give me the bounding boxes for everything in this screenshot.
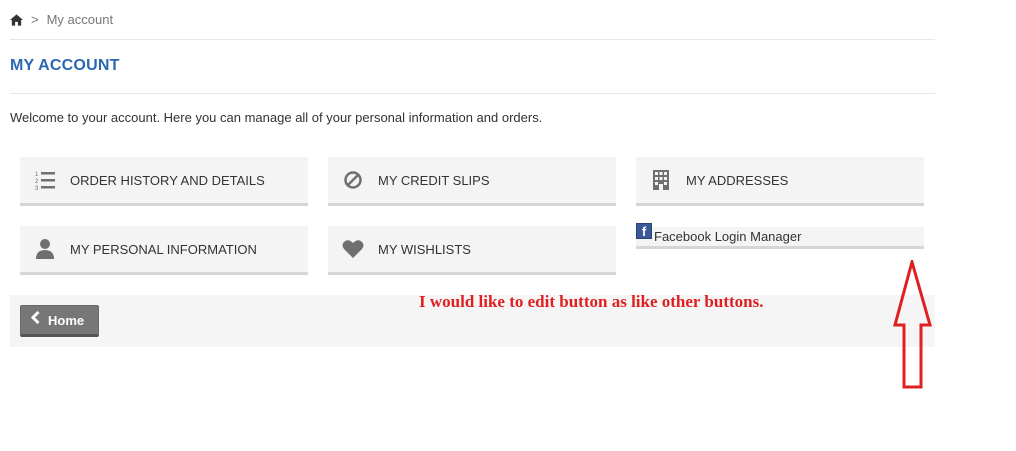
chevron-left-icon <box>30 310 40 329</box>
ban-icon <box>328 171 378 189</box>
svg-text:3: 3 <box>35 186 39 190</box>
annotation-text: I would like to edit button as like othe… <box>419 292 764 311</box>
user-icon <box>20 239 70 259</box>
divider <box>10 93 935 94</box>
heart-icon <box>328 239 378 259</box>
welcome-text: Welcome to your account. Here you can ma… <box>10 110 543 125</box>
home-button-label: Home <box>48 312 85 328</box>
tile-label: ORDER HISTORY AND DETAILS <box>70 172 265 188</box>
order-history-button[interactable]: 1 2 3 ORDER HISTORY AND DETAILS <box>20 157 308 206</box>
credit-slips-button[interactable]: MY CREDIT SLIPS <box>328 157 616 206</box>
tile-label: MY ADDRESSES <box>686 172 789 188</box>
page-title: MY ACCOUNT <box>10 57 120 74</box>
divider <box>10 39 935 40</box>
facebook-login-manager-button[interactable]: f Facebook Login Manager <box>636 222 924 249</box>
addresses-button[interactable]: MY ADDRESSES <box>636 157 924 206</box>
svg-text:1: 1 <box>35 172 39 178</box>
facebook-icon: f <box>636 222 652 239</box>
building-icon <box>636 170 686 190</box>
breadcrumb-separator: > <box>31 12 39 27</box>
list-ordered-icon: 1 2 3 <box>20 170 70 190</box>
breadcrumb: > My account <box>10 12 113 27</box>
home-icon[interactable] <box>10 13 23 26</box>
tile-label: MY WISHLISTS <box>378 241 471 257</box>
wishlists-button[interactable]: MY WISHLISTS <box>328 226 616 275</box>
breadcrumb-current: My account <box>46 12 114 27</box>
svg-text:2: 2 <box>35 179 39 185</box>
tile-label: MY CREDIT SLIPS <box>378 172 490 188</box>
home-button[interactable]: Home <box>20 305 99 337</box>
facebook-label: Facebook Login Manager <box>654 229 802 244</box>
up-arrow-icon <box>893 260 932 389</box>
personal-information-button[interactable]: MY PERSONAL INFORMATION <box>20 226 308 275</box>
tile-label: MY PERSONAL INFORMATION <box>70 241 257 257</box>
